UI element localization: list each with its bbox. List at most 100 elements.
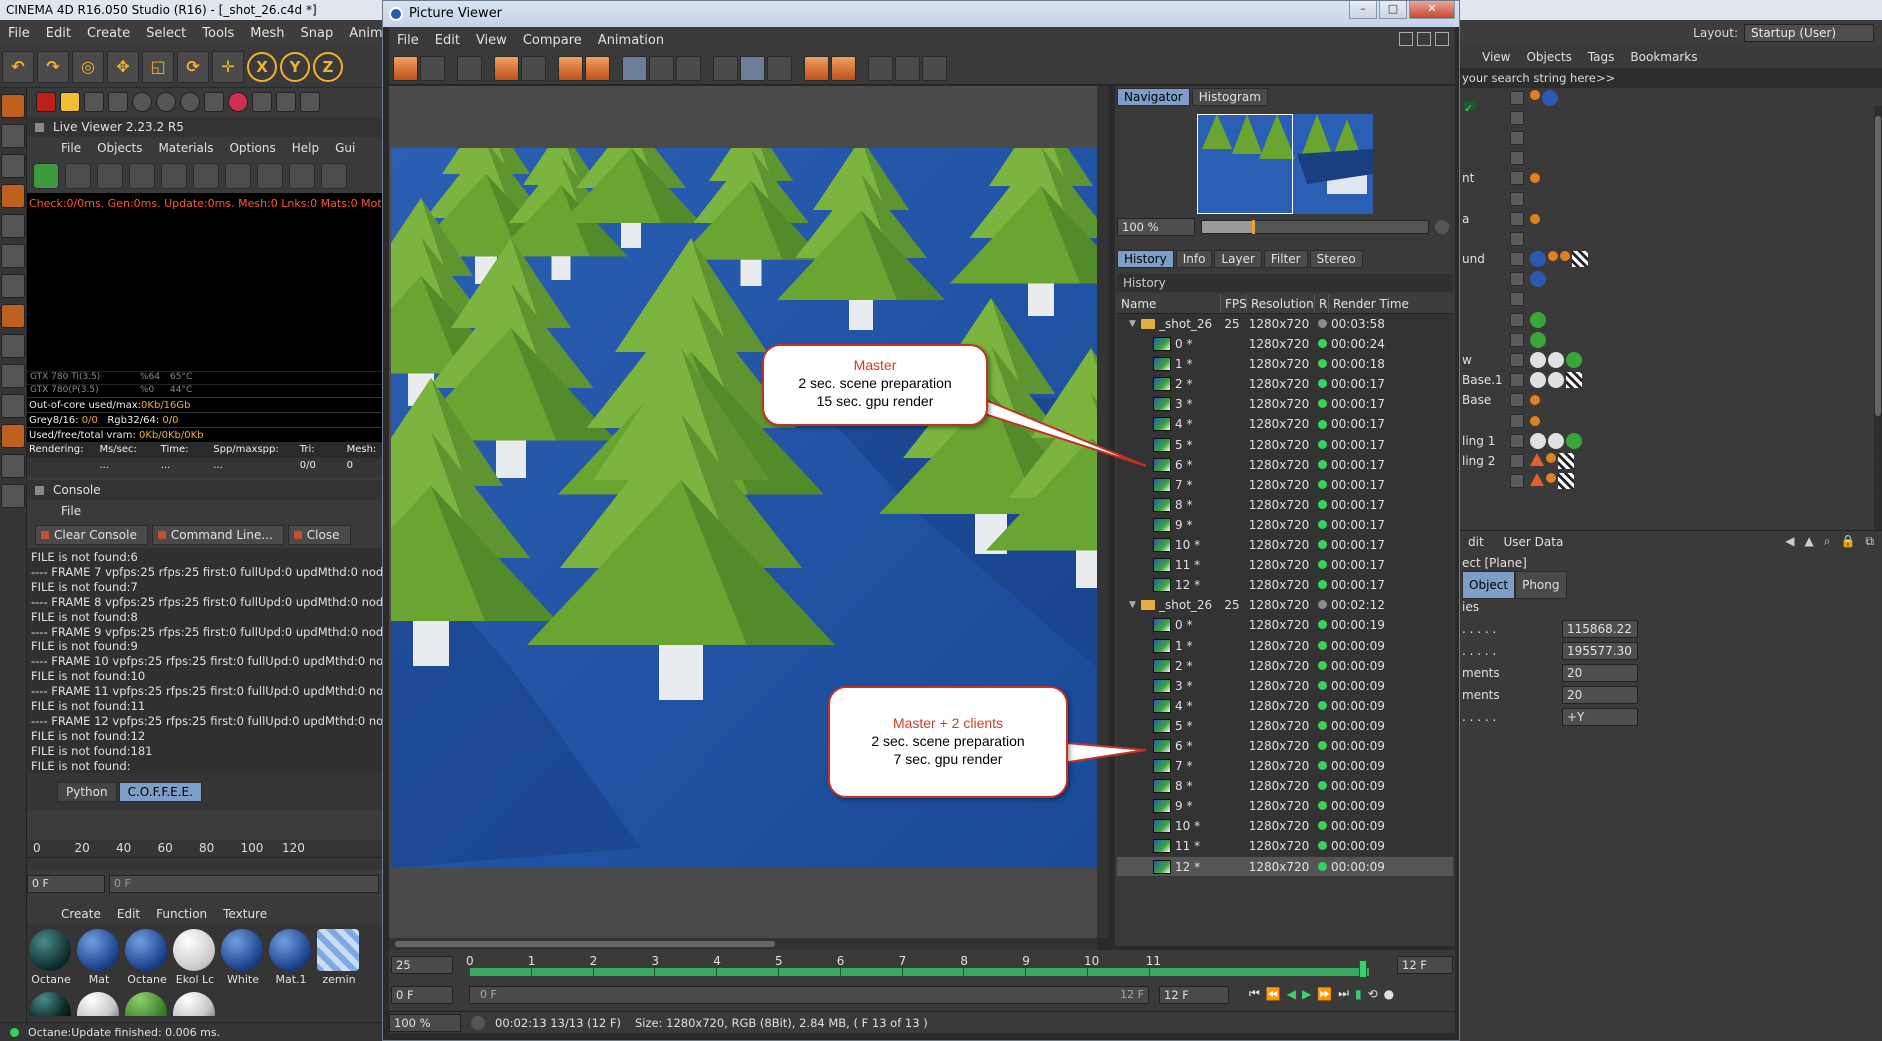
objects-menu-tags[interactable]: Tags bbox=[1580, 50, 1623, 64]
channels-icon[interactable] bbox=[457, 56, 482, 81]
material-menu-function[interactable]: Function bbox=[148, 907, 215, 921]
tab-navigator[interactable]: Navigator bbox=[1117, 88, 1190, 106]
attribute-value-field[interactable]: 20 bbox=[1562, 686, 1638, 704]
live-viewer-menu-options[interactable]: Options bbox=[221, 141, 283, 155]
object-tag-icon[interactable] bbox=[1530, 432, 1546, 449]
history-frame-row[interactable]: 6 * 1280x720 00:00:09 bbox=[1117, 736, 1453, 757]
menu-edit[interactable]: Edit bbox=[38, 26, 79, 41]
object-row[interactable]: ✓ bbox=[1460, 102, 1882, 129]
difference-icon[interactable] bbox=[895, 56, 920, 81]
x-axis-button[interactable]: X bbox=[247, 51, 277, 82]
object-tag-icon[interactable] bbox=[1566, 352, 1582, 369]
clay-mode-icon[interactable] bbox=[289, 163, 315, 189]
material-menu-texture[interactable]: Texture bbox=[215, 907, 275, 921]
visibility-toggle[interactable] bbox=[1510, 413, 1524, 428]
swap-ab-icon[interactable] bbox=[868, 56, 893, 81]
object-tag-icon[interactable] bbox=[1560, 251, 1570, 262]
start-frame-field[interactable]: 0 F bbox=[391, 986, 453, 1004]
object-row[interactable]: ✓ bbox=[1460, 102, 1882, 351]
history-frame-row[interactable]: 0 * 1280x720 00:00:24 bbox=[1117, 334, 1453, 355]
tab-phong[interactable]: Phong bbox=[1515, 571, 1567, 599]
material-thumb[interactable]: White bbox=[221, 929, 265, 986]
material-thumb[interactable] bbox=[77, 992, 121, 1018]
object-row[interactable]: ✓ bbox=[1460, 102, 1882, 311]
history-frame-row[interactable]: 1 * 1280x720 00:00:18 bbox=[1117, 354, 1453, 375]
object-row[interactable]: ✓ bbox=[1460, 102, 1882, 492]
object-row[interactable]: nt ✓ bbox=[1460, 102, 1882, 189]
visibility-toggle[interactable] bbox=[1510, 332, 1524, 347]
visibility-toggle[interactable] bbox=[1510, 191, 1524, 206]
history-frame-row[interactable]: 3 * 1280x720 00:00:17 bbox=[1117, 394, 1453, 415]
zoom-slider[interactable] bbox=[1200, 220, 1430, 234]
previous-key-icon[interactable]: ⏪ bbox=[1266, 987, 1281, 1001]
menu-file[interactable]: File bbox=[0, 26, 38, 41]
region-render-icon[interactable] bbox=[161, 163, 187, 189]
visibility-toggle[interactable] bbox=[1510, 110, 1524, 125]
col-fps[interactable]: FPS bbox=[1221, 294, 1247, 313]
polygons-mode-icon[interactable] bbox=[1, 274, 25, 298]
model-mode-icon[interactable] bbox=[1, 124, 25, 148]
tab-coffee[interactable]: C.O.F.F.E.E. bbox=[118, 782, 202, 802]
object-list-scrollbar[interactable] bbox=[1874, 106, 1882, 536]
live-viewer-menu-objects[interactable]: Objects bbox=[89, 141, 150, 155]
y-axis-button[interactable]: Y bbox=[280, 51, 310, 82]
object-row[interactable]: und ✓ bbox=[1460, 102, 1882, 270]
undo-icon[interactable]: ↶ bbox=[2, 50, 34, 83]
tab-history[interactable]: History bbox=[1117, 250, 1174, 268]
object-tag-icon[interactable] bbox=[1546, 473, 1556, 484]
object-name[interactable]: w bbox=[1460, 353, 1506, 367]
history-frame-row[interactable]: 6 * 1280x720 00:00:17 bbox=[1117, 455, 1453, 475]
object-row[interactable]: ✓ bbox=[1460, 102, 1882, 250]
navigator-view-frame[interactable] bbox=[1197, 114, 1293, 214]
edges-mode-icon[interactable] bbox=[1, 244, 25, 268]
object-row[interactable]: ling 1 ✓ bbox=[1460, 102, 1882, 452]
history-frame-row[interactable]: 0 * 1280x720 00:00:19 bbox=[1117, 615, 1453, 636]
copy-frame-icon[interactable] bbox=[558, 56, 583, 81]
object-name[interactable]: nt bbox=[1460, 171, 1506, 185]
zoom-slider-handle[interactable] bbox=[1251, 220, 1255, 234]
zoom-reset-icon[interactable] bbox=[1435, 220, 1449, 234]
help-icon[interactable] bbox=[228, 92, 248, 112]
history-frame-row[interactable]: 12 * 1280x720 00:00:17 bbox=[1117, 575, 1453, 596]
visibility-toggle[interactable] bbox=[1510, 211, 1524, 226]
history-frame-row[interactable]: 3 * 1280x720 00:00:09 bbox=[1117, 676, 1453, 696]
picture-viewer-title-bar[interactable]: Picture Viewer – □ ✕ bbox=[383, 1, 1459, 27]
lock-icon[interactable]: 🔒 bbox=[1840, 534, 1855, 549]
visibility-toggle[interactable] bbox=[1510, 353, 1524, 368]
console-log[interactable]: FILE is not found:6 ---- FRAME 7 vpfps:25… bbox=[27, 548, 382, 773]
object-row[interactable]: ✓ bbox=[1460, 102, 1882, 169]
object-row[interactable]: a✓ bbox=[1460, 102, 1882, 230]
object-row[interactable]: ✓ bbox=[1460, 102, 1882, 290]
glossy-icon[interactable] bbox=[180, 92, 200, 112]
object-row[interactable]: ✓ bbox=[1460, 102, 1882, 210]
grid-icon[interactable] bbox=[300, 92, 320, 112]
pv-menu-file[interactable]: File bbox=[389, 33, 427, 48]
z-axis-button[interactable]: Z bbox=[313, 51, 343, 82]
object-tag-icon[interactable] bbox=[1548, 432, 1564, 449]
loop-icon[interactable]: ▮ bbox=[1355, 987, 1362, 1001]
material-thumb[interactable] bbox=[125, 992, 169, 1018]
live-viewer-menu-file[interactable]: File bbox=[53, 141, 89, 155]
object-name[interactable]: Base bbox=[1460, 393, 1506, 407]
search-icon[interactable]: ⌕ bbox=[1824, 534, 1831, 549]
sun-icon[interactable] bbox=[60, 92, 80, 112]
render-view-icon[interactable] bbox=[494, 56, 519, 81]
visibility-toggle[interactable] bbox=[1510, 373, 1524, 388]
tab-info[interactable]: Info bbox=[1175, 250, 1213, 268]
paste-frame-icon[interactable] bbox=[585, 56, 610, 81]
visibility-toggle[interactable] bbox=[1510, 151, 1524, 166]
material-icon[interactable] bbox=[132, 92, 152, 112]
film-icon[interactable] bbox=[252, 92, 272, 112]
move-tool-icon[interactable]: ✥ bbox=[107, 50, 139, 83]
attribute-value-field[interactable]: 20 bbox=[1562, 664, 1638, 682]
object-tag-icon[interactable] bbox=[1548, 352, 1564, 369]
object-tag-icon[interactable] bbox=[1542, 89, 1558, 106]
object-tag-icon[interactable] bbox=[1558, 452, 1574, 469]
history-frame-row[interactable]: 5 * 1280x720 00:00:09 bbox=[1117, 716, 1453, 736]
visibility-toggle[interactable] bbox=[1510, 393, 1524, 408]
material-thumb[interactable] bbox=[173, 992, 217, 1018]
object-row[interactable]: ✓ bbox=[1460, 102, 1882, 432]
mix-icon[interactable] bbox=[204, 92, 224, 112]
pv-menu-compare[interactable]: Compare bbox=[515, 33, 590, 48]
expand-arrow-icon[interactable]: ▼ bbox=[1129, 314, 1136, 333]
